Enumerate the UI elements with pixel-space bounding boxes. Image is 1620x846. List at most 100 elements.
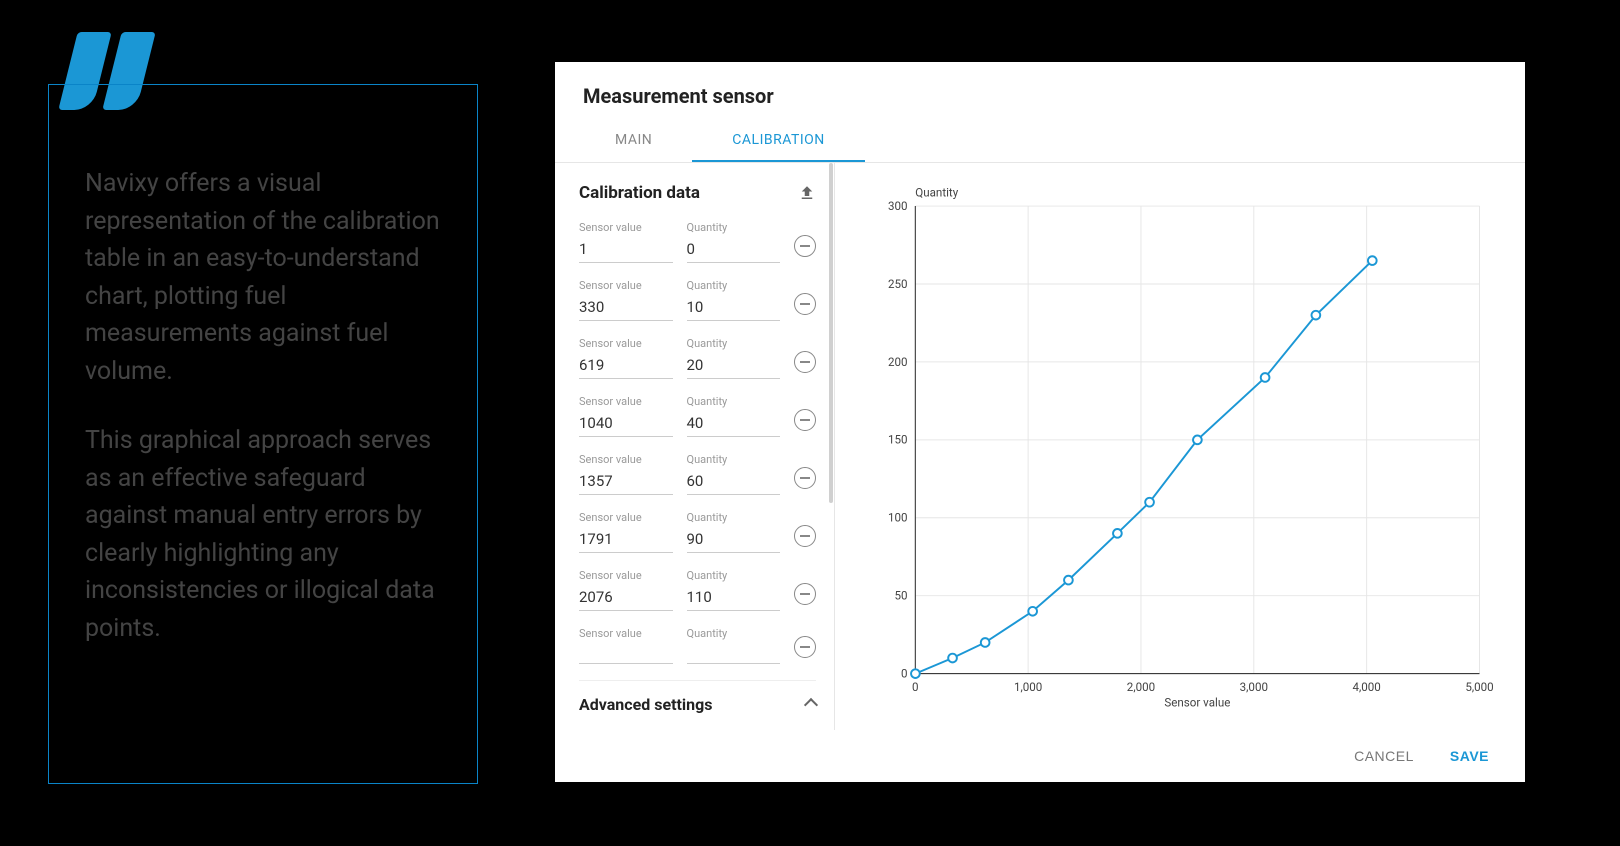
quote-paragraph-1: Navixy offers a visual representation of… <box>85 165 441 390</box>
quantity-field[interactable]: Quantity 90 <box>687 511 781 553</box>
measurement-sensor-dialog: Measurement sensor MAIN CALIBRATION Cali… <box>555 62 1525 782</box>
upload-icon[interactable] <box>798 184 816 202</box>
quote-text: Navixy offers a visual representation of… <box>85 165 441 647</box>
sensor-value-field[interactable]: Sensor value 1 <box>579 221 673 263</box>
sensor-value-input[interactable]: 2076 <box>579 584 673 611</box>
calibration-chart: Quantity 0 50 100 150 200 250 300 0 1,000 2,000 3,0… <box>835 163 1525 730</box>
sensor-value-input[interactable]: 1791 <box>579 526 673 553</box>
calibration-row: Sensor value 2076 Quantity 110 <box>579 569 816 611</box>
svg-text:250: 250 <box>888 277 908 291</box>
quote-paragraph-2: This graphical approach serves as an eff… <box>85 422 441 647</box>
svg-text:2,000: 2,000 <box>1127 680 1155 694</box>
svg-text:100: 100 <box>888 511 908 525</box>
sensor-value-label: Sensor value <box>579 569 673 582</box>
quantity-label: Quantity <box>687 569 781 582</box>
svg-text:0: 0 <box>912 680 919 694</box>
sensor-value-field[interactable]: Sensor value <box>579 627 673 664</box>
sensor-value-field[interactable]: Sensor value 1791 <box>579 511 673 553</box>
scrollbar[interactable] <box>829 163 833 503</box>
quantity-field[interactable]: Quantity 40 <box>687 395 781 437</box>
delete-row-icon[interactable] <box>794 525 816 547</box>
delete-row-icon[interactable] <box>794 235 816 257</box>
quantity-input[interactable]: 110 <box>687 584 781 611</box>
quantity-label: Quantity <box>687 337 781 350</box>
quantity-label: Quantity <box>687 453 781 466</box>
sensor-value-field[interactable]: Sensor value 619 <box>579 337 673 379</box>
sensor-value-field[interactable]: Sensor value1040 <box>579 395 673 437</box>
quantity-label: Quantity <box>687 395 781 408</box>
svg-text:50: 50 <box>895 589 908 603</box>
sensor-value-field[interactable]: Sensor value 1357 <box>579 453 673 495</box>
calibration-row: Sensor value 1357 Quantity 60 <box>579 453 816 495</box>
calibration-row: Sensor value1040 Quantity 40 <box>579 395 816 437</box>
sensor-value-field[interactable]: Sensor value 2076 <box>579 569 673 611</box>
save-button[interactable]: SAVE <box>1450 748 1489 764</box>
svg-text:1,000: 1,000 <box>1014 680 1042 694</box>
svg-text:300: 300 <box>888 199 908 213</box>
calibration-panel: Calibration data Sensor value1Quantity0S… <box>555 163 835 730</box>
calibration-row: Sensor value 1791 Quantity 90 <box>579 511 816 553</box>
quantity-field[interactable]: Quantity 10 <box>687 279 781 321</box>
sensor-value-label: Sensor value <box>579 453 673 466</box>
sensor-value-label: Sensor value <box>579 627 673 640</box>
quantity-label: Quantity <box>687 279 781 292</box>
quantity-input[interactable] <box>687 642 781 664</box>
delete-row-icon[interactable] <box>794 293 816 315</box>
quantity-field[interactable]: Quantity 20 <box>687 337 781 379</box>
content-area: Calibration data Sensor value1Quantity0S… <box>555 163 1525 730</box>
tabs: MAIN CALIBRATION <box>555 118 1525 163</box>
svg-text:4,000: 4,000 <box>1352 680 1380 694</box>
svg-text:150: 150 <box>888 433 908 447</box>
delete-row-icon[interactable] <box>794 467 816 489</box>
sensor-value-input[interactable]: 1040 <box>579 410 673 437</box>
sensor-value-label: Sensor value <box>579 221 673 234</box>
dialog-title: Measurement sensor <box>555 62 1525 118</box>
tab-calibration[interactable]: CALIBRATION <box>692 118 864 162</box>
calibration-row: Sensor value 619 Quantity 20 <box>579 337 816 379</box>
sensor-value-label: Sensor value <box>579 337 673 350</box>
svg-text:200: 200 <box>888 355 908 369</box>
delete-row-icon[interactable] <box>794 409 816 431</box>
delete-row-icon[interactable] <box>794 636 816 658</box>
quantity-input[interactable]: 40 <box>687 410 781 437</box>
quantity-input[interactable]: 10 <box>687 294 781 321</box>
svg-text:3,000: 3,000 <box>1240 680 1268 694</box>
sensor-value-input[interactable]: 1 <box>579 236 673 263</box>
svg-text:0: 0 <box>901 666 908 680</box>
tab-main[interactable]: MAIN <box>575 118 692 162</box>
quantity-field[interactable]: Quantity 60 <box>687 453 781 495</box>
sensor-value-label: Sensor value <box>579 511 673 524</box>
quote-block: Navixy offers a visual representation of… <box>48 84 478 784</box>
delete-row-icon[interactable] <box>794 583 816 605</box>
svg-text:Sensor value: Sensor value <box>1164 695 1230 709</box>
quantity-label: Quantity <box>687 627 781 640</box>
sensor-value-input[interactable] <box>579 642 673 664</box>
advanced-settings-label: Advanced settings <box>579 695 712 714</box>
advanced-settings-toggle[interactable]: Advanced settings <box>579 680 816 714</box>
chevron-up-icon <box>804 697 818 711</box>
sensor-value-field[interactable]: Sensor value 330 <box>579 279 673 321</box>
quantity-field[interactable]: Quantity <box>687 627 781 664</box>
calibration-row: Sensor value 1 Quantity 0 <box>579 221 816 263</box>
svg-text:5,000: 5,000 <box>1465 680 1493 694</box>
calibration-heading: Calibration data <box>579 183 700 203</box>
delete-row-icon[interactable] <box>794 351 816 373</box>
quantity-field[interactable]: Quantity 0 <box>687 221 781 263</box>
calibration-row: Sensor value 330 Quantity 10 <box>579 279 816 321</box>
sensor-value-input[interactable]: 330 <box>579 294 673 321</box>
quantity-input[interactable]: 90 <box>687 526 781 553</box>
dialog-footer: CANCEL SAVE <box>555 730 1525 782</box>
quantity-field[interactable]: Quantity 110 <box>687 569 781 611</box>
quantity-input[interactable]: 0 <box>687 236 781 263</box>
cancel-button[interactable]: CANCEL <box>1354 748 1414 764</box>
sensor-value-input[interactable]: 619 <box>579 352 673 379</box>
quantity-label: Quantity <box>687 221 781 234</box>
quantity-label: Quantity <box>687 511 781 524</box>
quantity-input[interactable]: 20 <box>687 352 781 379</box>
sensor-value-label: Sensor value <box>579 279 673 292</box>
svg-text:Quantity: Quantity <box>915 185 958 199</box>
chart-svg: Quantity 0 50 100 150 200 250 300 0 1,000 2,000 3,0… <box>853 179 1507 720</box>
quantity-input[interactable]: 60 <box>687 468 781 495</box>
calibration-row: Sensor value Quantity <box>579 627 816 664</box>
sensor-value-input[interactable]: 1357 <box>579 468 673 495</box>
